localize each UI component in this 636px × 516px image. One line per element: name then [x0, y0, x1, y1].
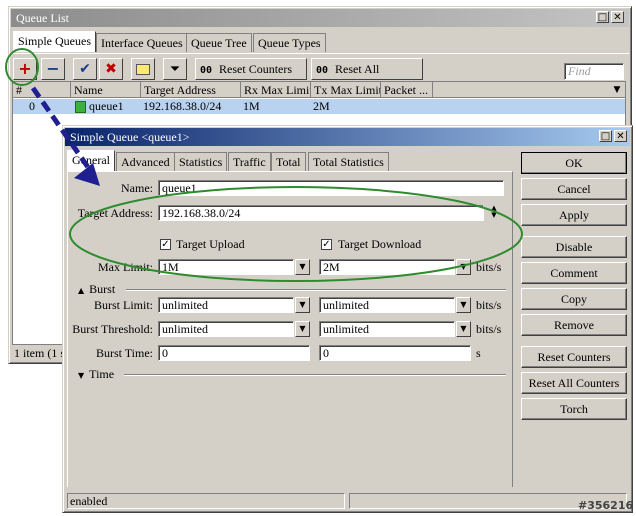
annotation-arrow-line [30, 86, 95, 175]
watermark: #356216 [578, 499, 634, 512]
annotation-ellipse-limits [69, 186, 523, 282]
annotation-overlay [5, 48, 523, 282]
annotation-circle-add [5, 48, 39, 86]
